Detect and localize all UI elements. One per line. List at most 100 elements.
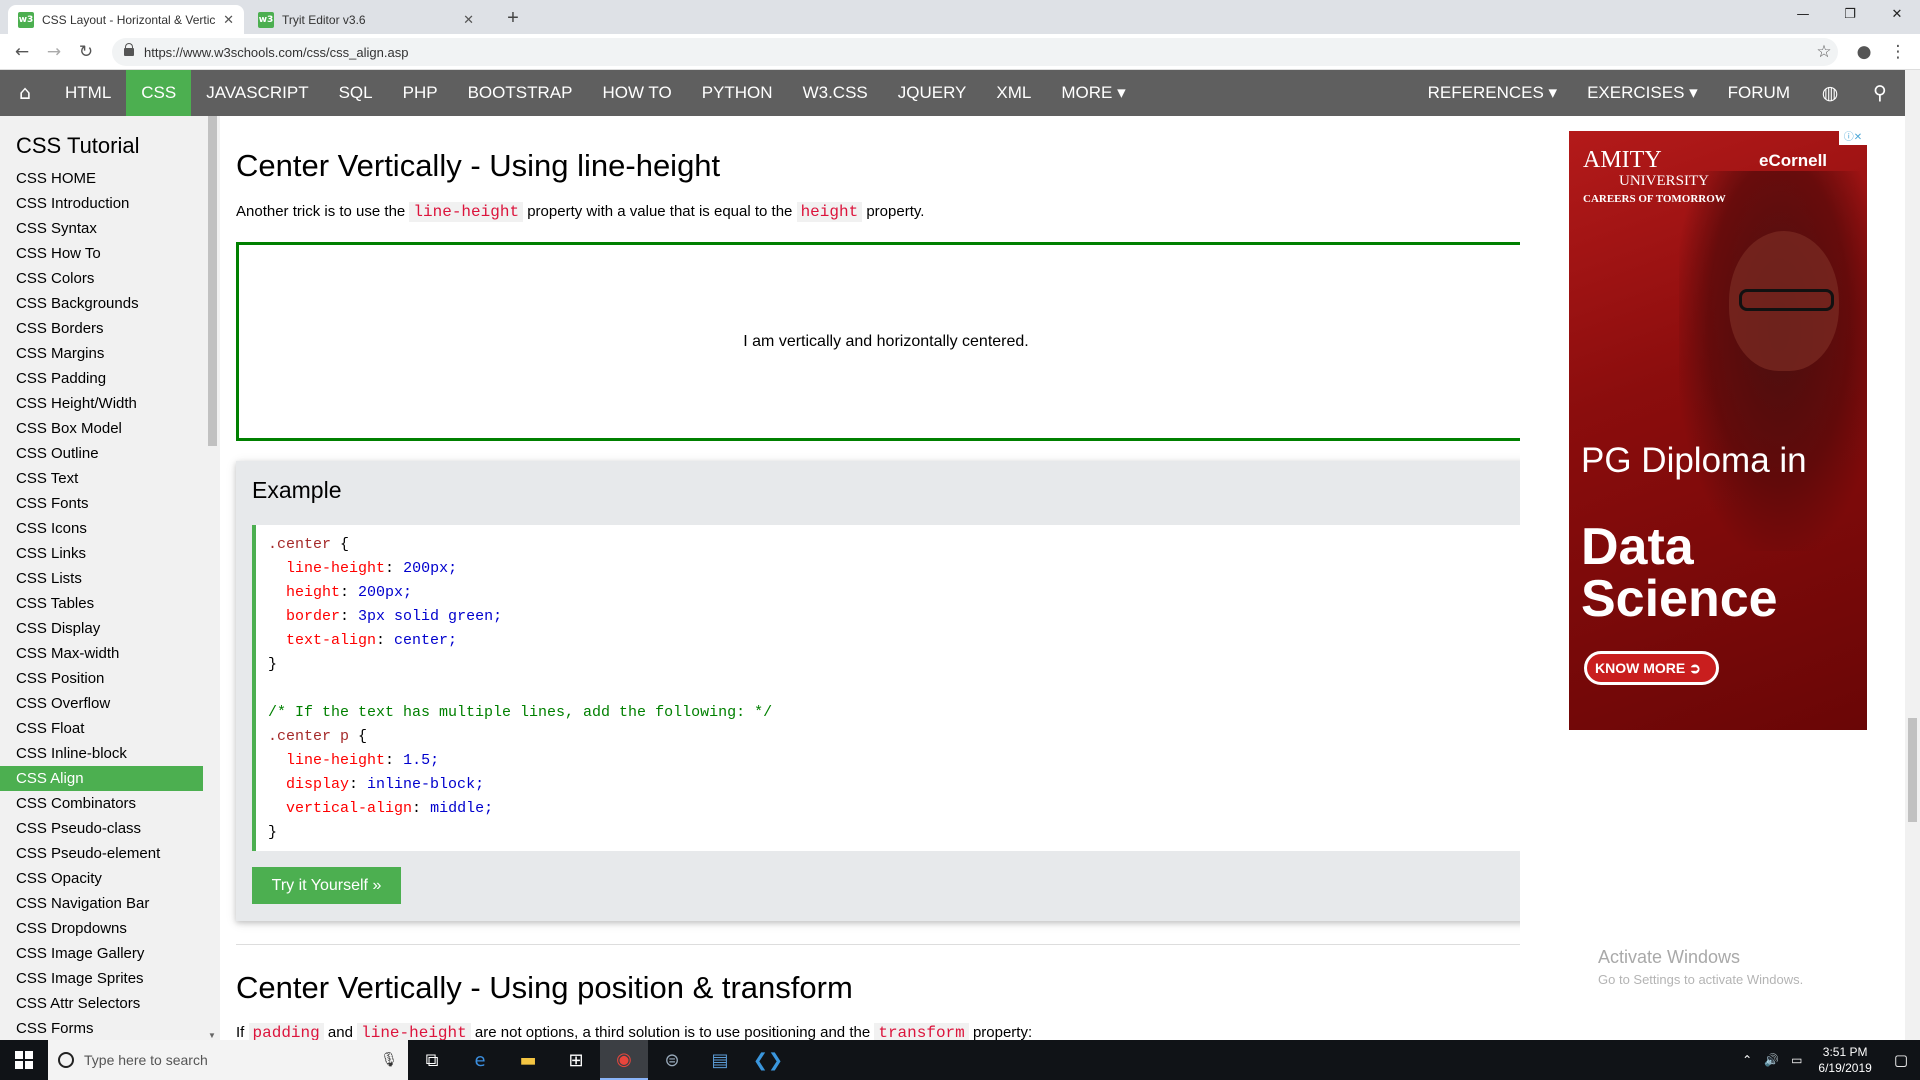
notification-icon[interactable]: ▢ (1882, 1051, 1920, 1069)
nav-jquery[interactable]: JQUERY (883, 70, 982, 116)
reload-icon[interactable]: ↻ (74, 40, 98, 64)
menu-kebab-icon[interactable]: ⋮ (1886, 40, 1910, 64)
search-icon[interactable]: ⚲ (1855, 82, 1905, 104)
sidebar-item[interactable]: CSS Lists (0, 566, 220, 591)
sidebar-item[interactable]: CSS Dropdowns (0, 916, 220, 941)
sidebar-item[interactable]: CSS Overflow (0, 691, 220, 716)
nav-html[interactable]: HTML (50, 70, 126, 116)
sidebar-item[interactable]: CSS Inline-block (0, 741, 220, 766)
nav-w3css[interactable]: W3.CSS (788, 70, 883, 116)
scroll-down-icon[interactable]: ▼ (208, 1031, 216, 1040)
sidebar-item[interactable]: CSS Attr Selectors (0, 991, 220, 1016)
sidebar-item[interactable]: CSS Align (0, 766, 203, 791)
microphone-icon[interactable]: 🎙 (380, 1052, 398, 1068)
inline-code: line-height (409, 202, 524, 222)
sidebar-item[interactable]: CSS Tables (0, 591, 220, 616)
page-scrollbar[interactable] (1905, 70, 1920, 1040)
clock[interactable]: 3:51 PM 6/19/2019 (1808, 1044, 1881, 1076)
tab-close-icon[interactable]: ✕ (223, 12, 234, 28)
taskbar-search-input[interactable]: Type here to search 🎙 (48, 1040, 408, 1080)
sidebar-item[interactable]: CSS Image Sprites (0, 966, 220, 991)
sidebar-item[interactable]: CSS Opacity (0, 866, 220, 891)
sidebar-item[interactable]: CSS Pseudo-element (0, 841, 220, 866)
nav-css[interactable]: CSS (126, 70, 192, 116)
sidebar-item[interactable]: CSS Height/Width (0, 391, 220, 416)
minimize-icon[interactable]: — (1780, 0, 1826, 30)
sidebar-item[interactable]: CSS Box Model (0, 416, 220, 441)
nav-xml[interactable]: XML (981, 70, 1046, 116)
windows-start-icon[interactable] (0, 1040, 48, 1080)
try-it-yourself-button[interactable]: Try it Yourself » (252, 867, 401, 904)
nav-javascript[interactable]: JAVASCRIPT (191, 70, 323, 116)
browser-tab-active[interactable]: w3 CSS Layout - Horizontal & Vertic ✕ (8, 5, 244, 34)
sidebar-item[interactable]: CSS Navigation Bar (0, 891, 220, 916)
tray-chevron-icon[interactable]: ⌃ (1736, 1053, 1758, 1067)
ad-know-more-button[interactable]: KNOW MORE ➲ (1584, 651, 1719, 685)
nav-exercises[interactable]: EXERCISES ▾ (1572, 70, 1713, 116)
sidebar-item[interactable]: CSS Forms (0, 1016, 220, 1040)
ad-tagline: CAREERS OF TOMORROW (1583, 193, 1726, 205)
sidebar-item[interactable]: CSS Text (0, 466, 220, 491)
chrome-icon[interactable]: ◉ (600, 1040, 648, 1080)
globe-icon[interactable]: ◍ (1805, 82, 1855, 104)
windows-taskbar: Type here to search 🎙 ⧉ e ▬ ⊞ ◉ ⊜ ▤ ❮❯ ⌃… (0, 1040, 1920, 1080)
nav-references[interactable]: REFERENCES ▾ (1413, 70, 1572, 116)
nav-sql[interactable]: SQL (324, 70, 388, 116)
sidebar-item[interactable]: CSS Links (0, 541, 220, 566)
sidebar-scrollbar[interactable]: ▲ ▼ (205, 116, 220, 1040)
volume-icon[interactable]: 🔊 (1758, 1053, 1785, 1067)
w3schools-favicon-icon: w3 (258, 11, 274, 28)
sidebar-item[interactable]: CSS How To (0, 241, 220, 266)
sidebar-item[interactable]: CSS Outline (0, 441, 220, 466)
profile-avatar-icon[interactable]: ● (1852, 40, 1876, 64)
window-close-icon[interactable]: ✕ (1874, 0, 1920, 30)
tab-close-icon[interactable]: ✕ (463, 12, 474, 28)
sidebar-item[interactable]: CSS Float (0, 716, 220, 741)
edge-icon[interactable]: e (456, 1040, 504, 1080)
sidebar-item[interactable]: CSS Colors (0, 266, 220, 291)
page-scroll-thumb[interactable] (1908, 718, 1917, 822)
home-icon[interactable]: ⌂ (0, 70, 50, 116)
sidebar-item[interactable]: CSS Display (0, 616, 220, 641)
sidebar-item[interactable]: CSS Combinators (0, 791, 220, 816)
ad-close-icon[interactable]: ⓘ✕ (1839, 131, 1867, 145)
sidebar-item[interactable]: CSS HOME (0, 166, 220, 191)
nav-bootstrap[interactable]: BOOTSTRAP (453, 70, 588, 116)
sidebar-item[interactable]: CSS Fonts (0, 491, 220, 516)
sidebar-item[interactable]: CSS Padding (0, 366, 220, 391)
store-icon[interactable]: ⊞ (552, 1040, 600, 1080)
browser-tab[interactable]: w3 Tryit Editor v3.6 ✕ (248, 5, 484, 34)
nav-how-to[interactable]: HOW TO (587, 70, 686, 116)
code-comment: /* If the text has multiple lines, add t… (268, 704, 773, 721)
back-icon[interactable]: ← (10, 40, 34, 64)
advertisement-banner[interactable]: ⓘ✕ AMITY UNIVERSITY CAREERS OF TOMORROW … (1569, 131, 1867, 730)
vscode-icon[interactable]: ❮❯ (744, 1040, 792, 1080)
nav-forum[interactable]: FORUM (1713, 70, 1805, 116)
bookmark-star-icon[interactable]: ☆ (1812, 40, 1836, 64)
sidebar-item[interactable]: CSS Icons (0, 516, 220, 541)
sidebar-item[interactable]: CSS Margins (0, 341, 220, 366)
network-icon[interactable]: ▭ (1785, 1053, 1808, 1067)
task-view-icon[interactable]: ⧉ (408, 1040, 456, 1080)
sidebar-item[interactable]: CSS Pseudo-class (0, 816, 220, 841)
nav-python[interactable]: PYTHON (687, 70, 788, 116)
code-value: inline-block; (367, 776, 485, 793)
address-bar[interactable]: https://www.w3schools.com/css/css_align.… (112, 38, 1838, 66)
sidebar-item[interactable]: CSS Position (0, 666, 220, 691)
forward-icon[interactable]: → (42, 40, 66, 64)
sidebar-item[interactable]: CSS Max-width (0, 641, 220, 666)
restore-icon[interactable]: ❐ (1827, 0, 1873, 30)
sidebar-item[interactable]: CSS Syntax (0, 216, 220, 241)
new-tab-icon[interactable]: + (500, 5, 526, 31)
file-explorer-icon[interactable]: ▬ (504, 1040, 552, 1080)
search-placeholder: Type here to search (84, 1052, 208, 1068)
nav-php[interactable]: PHP (388, 70, 453, 116)
sidebar-item[interactable]: CSS Image Gallery (0, 941, 220, 966)
document-icon[interactable]: ▤ (696, 1040, 744, 1080)
sidebar-item[interactable]: CSS Backgrounds (0, 291, 220, 316)
sidebar-item[interactable]: CSS Borders (0, 316, 220, 341)
sidebar-item[interactable]: CSS Introduction (0, 191, 220, 216)
nav-more[interactable]: MORE ▾ (1046, 70, 1140, 116)
app-icon[interactable]: ⊜ (648, 1040, 696, 1080)
sidebar-scroll-thumb[interactable] (208, 116, 217, 446)
